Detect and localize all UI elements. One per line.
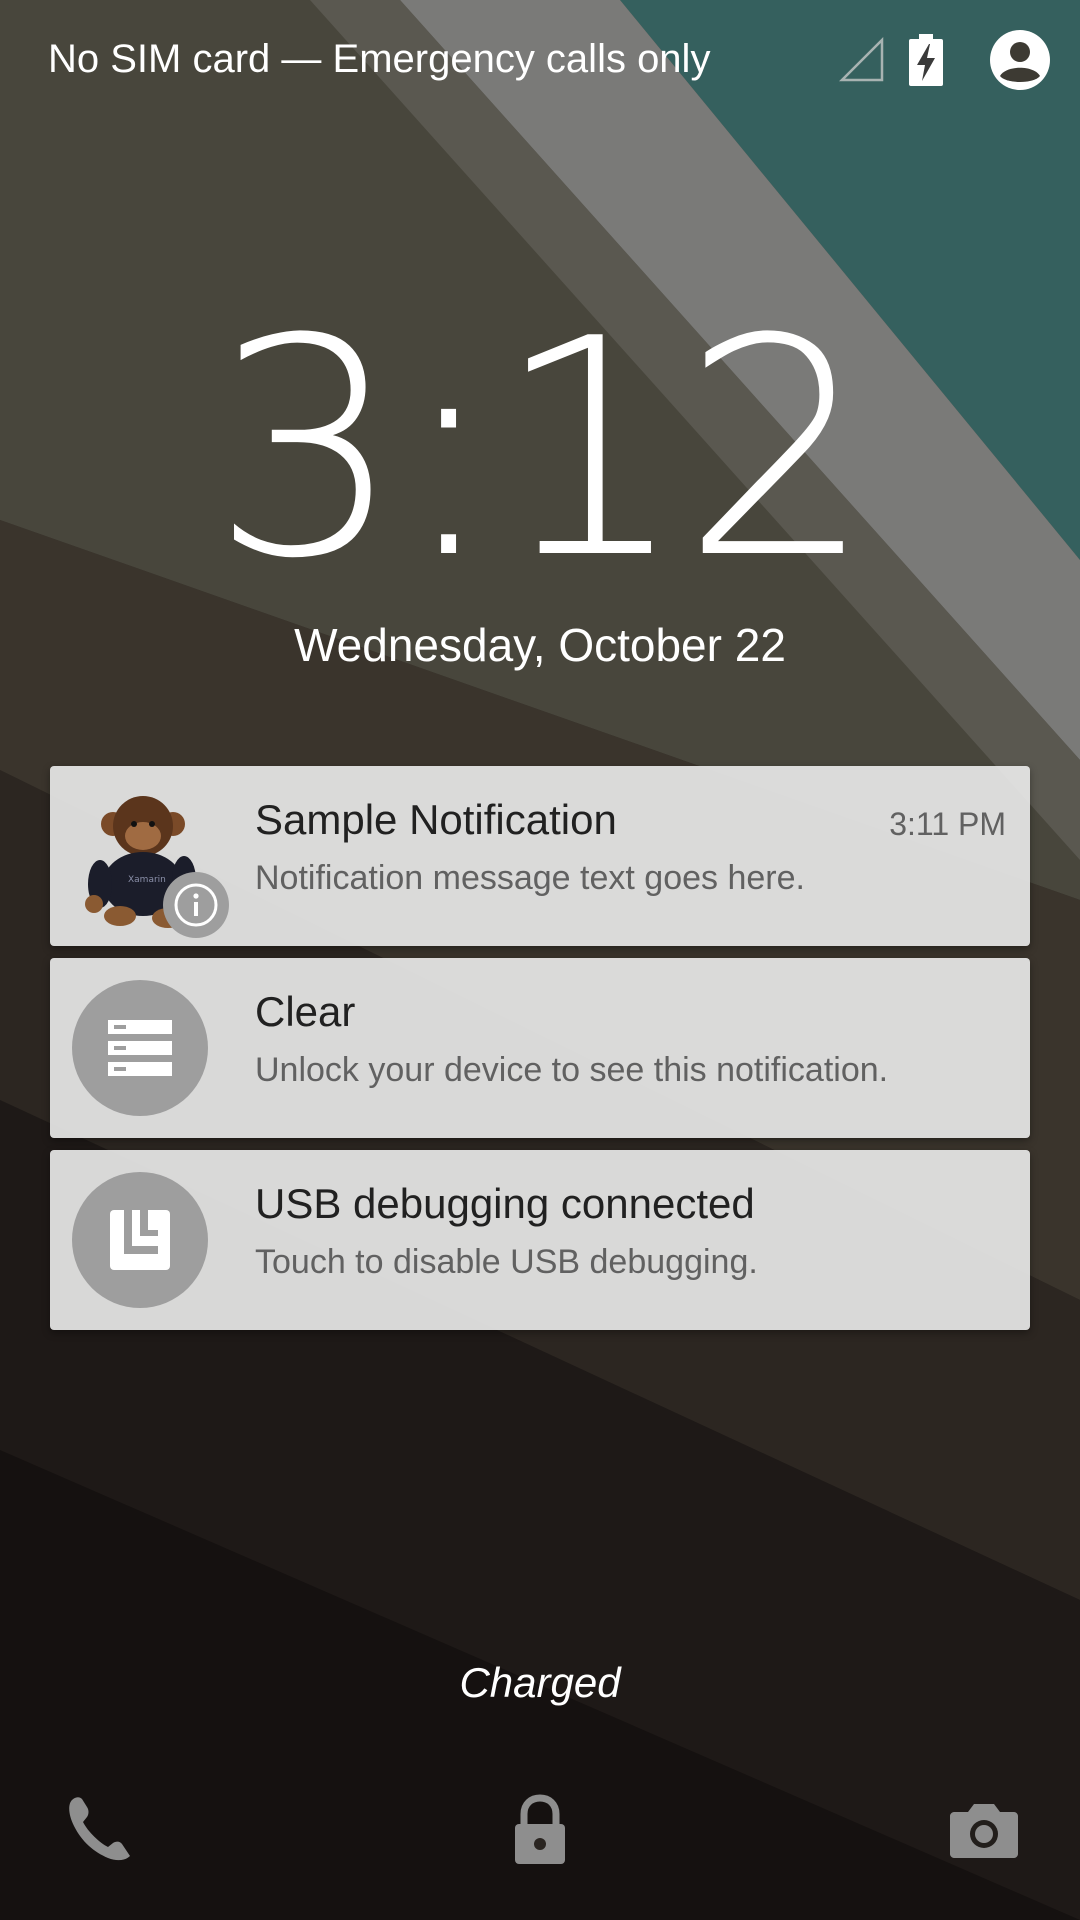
notification-text: Unlock your device to see this notificat… [255, 1051, 889, 1089]
battery-status-text: Charged [459, 1659, 621, 1706]
notification-usb-debugging[interactable]: USB debugging connected Touch to disable… [50, 1150, 1030, 1330]
carrier-status-text: No SIM card — Emergency calls only [48, 37, 711, 81]
svg-text:Xamarin: Xamarin [128, 875, 166, 885]
info-icon [163, 872, 229, 938]
no-signal-icon [838, 36, 884, 82]
notification-icon-circle [72, 1172, 208, 1308]
notification-clear[interactable]: Clear Unlock your device to see this not… [50, 958, 1030, 1138]
user-avatar-icon[interactable] [988, 28, 1052, 92]
battery-charging-icon [909, 34, 943, 86]
notification-title: USB debugging connected [255, 1180, 755, 1227]
notification-text: Touch to disable USB debugging. [255, 1243, 758, 1281]
camera-icon[interactable] [944, 1790, 1024, 1870]
phone-icon[interactable] [58, 1790, 138, 1870]
clock: 3:12 [211, 275, 873, 624]
status-icons [838, 28, 1052, 92]
lock-icon[interactable] [500, 1790, 580, 1870]
notification-text: Notification message text goes here. [255, 859, 805, 897]
notification-title: Sample Notification [255, 796, 617, 843]
lockscreen: No SIM card — Emergency calls only 3:12 … [0, 0, 1080, 1920]
notification-icon-circle [72, 980, 208, 1116]
list-icon [108, 1020, 172, 1076]
notification-sample[interactable]: Xamarin Sample Notification Notification… [50, 766, 1030, 946]
notification-time: 3:11 PM [889, 806, 1006, 842]
notification-title: Clear [255, 988, 356, 1035]
date: Wednesday, October 22 [294, 619, 786, 671]
usb-debug-icon [110, 1210, 170, 1270]
